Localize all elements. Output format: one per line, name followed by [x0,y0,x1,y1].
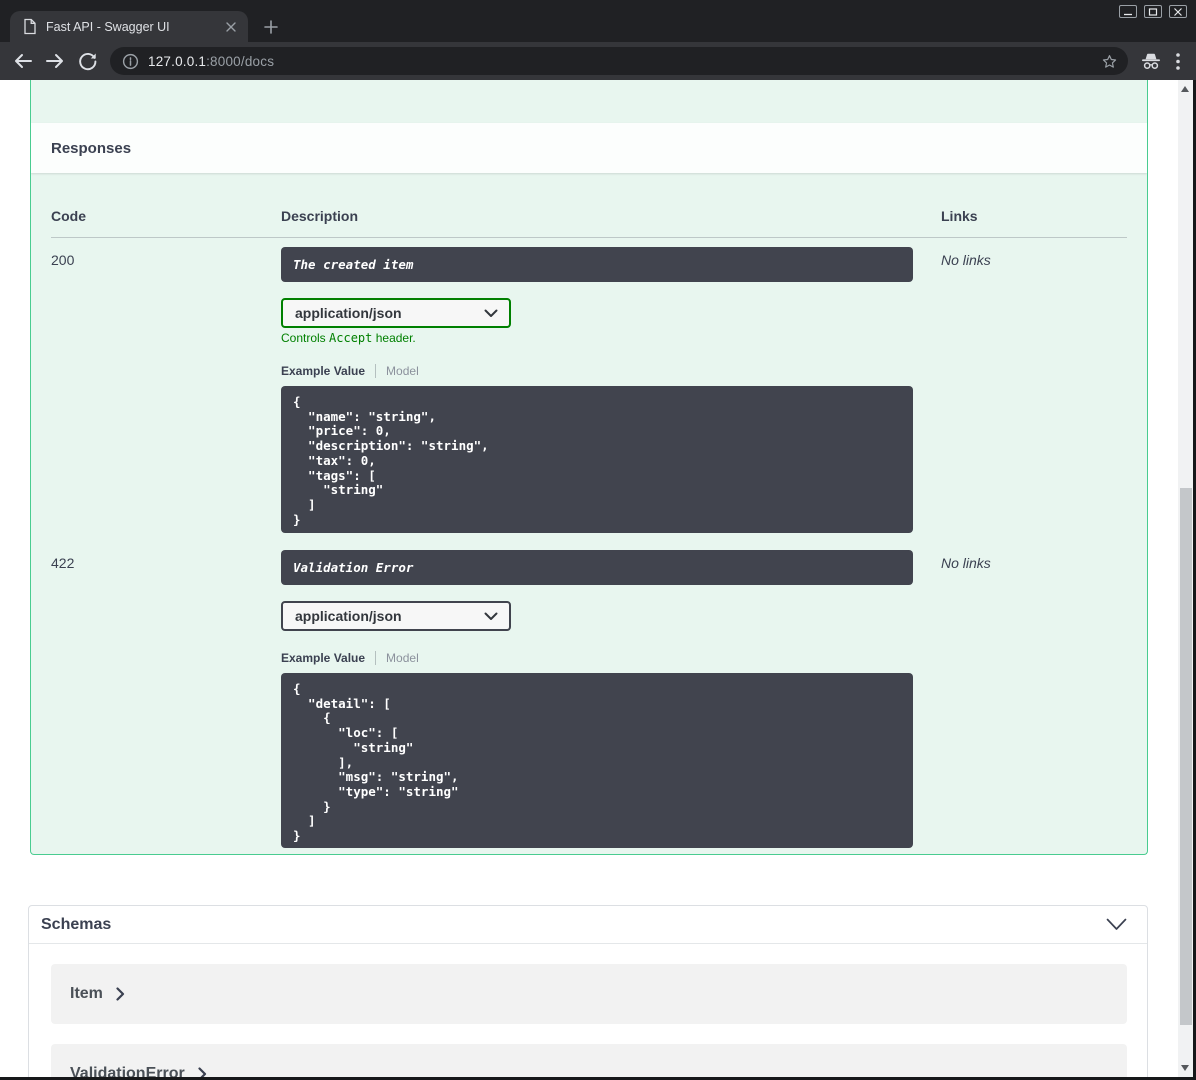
accept-note-suffix: header. [372,331,416,345]
browser-window: Fast API - Swagger UI 127.0.0.1:8000/doc… [0,0,1196,1080]
menu-dots-icon[interactable] [1176,52,1180,70]
model-expand-chevron-icon [198,1067,207,1077]
tab-separator [375,650,377,665]
model-validationerror[interactable]: ValidationError [51,1044,1127,1077]
tab-model[interactable]: Model [386,651,419,665]
url-path: :8000/docs [206,53,275,69]
window-controls [1119,5,1187,18]
model-item[interactable]: Item [51,964,1127,1024]
url-host: 127.0.0.1 [148,53,207,69]
response-description-cell: Validation Error application/json Exampl… [281,550,941,848]
schemas-collapse-chevron-icon[interactable] [1106,918,1127,931]
browser-tab[interactable]: Fast API - Swagger UI [10,11,248,42]
incognito-icon [1140,51,1162,71]
page-favicon-icon [23,18,37,35]
page-scrollbar[interactable] [1178,80,1193,1077]
bookmark-star-icon[interactable] [1100,52,1119,71]
tab-title: Fast API - Swagger UI [46,19,170,34]
tab-close-icon[interactable] [223,19,239,35]
opblock-top-band [31,80,1147,123]
response-row-200: 200 The created item application/json Co… [51,238,1127,533]
url-bar[interactable]: 127.0.0.1:8000/docs [110,47,1128,75]
example-model-tabs: Example Value Model [281,650,941,665]
media-type-value: application/json [295,305,402,321]
close-button[interactable] [1169,5,1187,18]
model-name: ValidationError [70,1065,185,1077]
tab-example-value[interactable]: Example Value [281,364,365,378]
model-name: Item [70,985,103,1002]
response-code: 200 [51,252,75,268]
responses-title: Responses [51,139,132,157]
chevron-down-icon [484,612,498,621]
accept-note-prefix: Controls [281,331,330,345]
maximize-button[interactable] [1144,5,1162,18]
schemas-header[interactable]: Schemas [29,906,1147,944]
response-description-cell: The created item application/json Contro… [281,247,941,533]
page-content: Responses Code Description Links 200 The… [0,80,1196,1077]
opblock-responses-panel: Responses Code Description Links 200 The… [30,80,1148,855]
media-type-value: application/json [295,608,402,624]
response-description: The created item [281,247,913,282]
scrollbar-up-arrow-icon[interactable] [1181,86,1189,92]
col-header-description: Description [281,208,359,224]
scrollbar-down-arrow-icon[interactable] [1181,1065,1189,1071]
response-row-422: 422 Validation Error application/json Ex… [51,541,1127,848]
forward-button[interactable] [40,46,70,76]
reload-button[interactable] [72,46,102,76]
responses-table: Code Description Links 200 The created i… [31,173,1147,848]
col-header-links: Links [941,208,978,224]
swagger-page: Responses Code Description Links 200 The… [0,80,1178,1077]
tab-separator [375,363,377,378]
example-model-tabs: Example Value Model [281,363,941,378]
responses-table-header: Code Description Links [51,173,1127,238]
site-info-icon[interactable] [122,53,139,70]
response-links: No links [941,252,991,268]
response-code: 422 [51,555,75,571]
schemas-title: Schemas [41,915,112,933]
minimize-button[interactable] [1119,5,1137,18]
browser-toolbar: 127.0.0.1:8000/docs [0,42,1196,80]
response-description: Validation Error [281,550,913,585]
example-json-200: { "name": "string", "price": 0, "descrip… [281,386,913,533]
tab-example-value[interactable]: Example Value [281,651,365,665]
col-header-code: Code [51,208,86,224]
toolbar-right [1138,51,1188,71]
schemas-section: Schemas Item ValidationError [28,905,1148,1077]
url-text[interactable]: 127.0.0.1:8000/docs [148,54,274,69]
media-type-select[interactable]: application/json [281,601,511,631]
back-button[interactable] [8,46,38,76]
response-links: No links [941,555,991,571]
model-expand-chevron-icon [116,987,125,1001]
accept-note-code: Accept [329,331,373,345]
new-tab-button[interactable] [262,18,280,36]
media-type-select[interactable]: application/json [281,298,511,328]
scrollbar-thumb[interactable] [1179,488,1192,1025]
responses-section-header: Responses [31,123,1147,173]
chevron-down-icon [484,309,498,318]
controls-accept-note: Controls Accept header. [281,331,941,345]
tab-model[interactable]: Model [386,364,419,378]
tab-strip: Fast API - Swagger UI [0,0,1196,42]
example-json-422: { "detail": [ { "loc": [ "string" ], "ms… [281,673,913,848]
